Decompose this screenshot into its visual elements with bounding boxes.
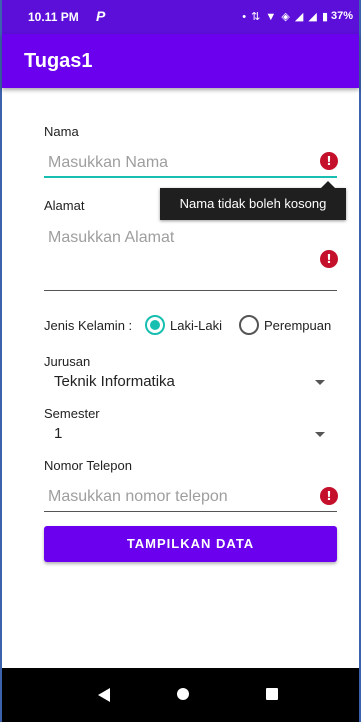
app-screen: 10.11 PM P • ⇅ ▼ ◈ ◢ ◢ ▮ 37% Tugas1 Nama… [0, 0, 361, 722]
semester-label: Semester [44, 406, 100, 421]
gender-label: Jenis Kelamin : [44, 318, 133, 333]
jurusan-label: Jurusan [44, 354, 91, 369]
navigation-bar [2, 668, 359, 722]
semester-spinner[interactable]: 1 [54, 425, 62, 442]
status-time: 10.11 PM [28, 10, 79, 24]
jurusan-dropdown-icon[interactable] [315, 380, 325, 385]
jurusan-spinner[interactable]: Teknik Informatika [54, 373, 175, 390]
data-arrows-icon: ⇅ [251, 11, 262, 23]
telepon-input[interactable]: Masukkan nomor telepon [48, 488, 228, 506]
telepon-label: Nomor Telepon [44, 458, 132, 473]
alamat-label: Alamat [44, 198, 85, 213]
alamat-error-icon: ! [320, 250, 338, 268]
status-bar: 10.11 PM P • ⇅ ▼ ◈ ◢ ◢ ▮ 37% [2, 0, 359, 34]
nama-error-icon: ! [320, 152, 338, 170]
app-title: Tugas1 [24, 50, 93, 72]
nama-input[interactable]: Masukkan Nama [48, 154, 168, 172]
status-icons: • ⇅ ▼ ◈ ◢ ◢ ▮ [242, 10, 329, 23]
alamat-input[interactable]: Masukkan Alamat [48, 229, 174, 247]
battery-icon: ▮ [321, 11, 329, 23]
telepon-error-icon: ! [320, 487, 338, 505]
telepon-input-underline [44, 511, 337, 512]
radio-perempuan-label[interactable]: Perempuan [264, 318, 331, 333]
app-notification-icon: P [96, 8, 106, 24]
nama-label: Nama [44, 124, 79, 139]
battery-percentage: 37% [330, 10, 353, 22]
alamat-input-underline [44, 290, 337, 291]
volte-icon: ◈ [281, 11, 291, 23]
app-bar: Tugas1 [2, 34, 359, 88]
recent-apps-icon[interactable] [266, 688, 278, 700]
radio-perempuan[interactable] [239, 315, 259, 335]
semester-dropdown-icon[interactable] [315, 432, 325, 437]
back-icon[interactable] [98, 688, 110, 702]
tampilkan-data-button[interactable]: TAMPILKAN DATA [44, 526, 337, 562]
dot-icon: • [242, 11, 248, 23]
signal-icon: ◢ [294, 11, 305, 23]
nama-input-underline [44, 176, 337, 178]
nama-error-tooltip: Nama tidak boleh kosong [160, 188, 346, 220]
home-icon[interactable] [177, 688, 189, 700]
signal-icon: ◢ [308, 11, 318, 23]
radio-laki-laki[interactable] [145, 315, 165, 335]
wifi-icon: ▼ [265, 11, 278, 23]
radio-laki-laki-label[interactable]: Laki-Laki [170, 318, 222, 333]
